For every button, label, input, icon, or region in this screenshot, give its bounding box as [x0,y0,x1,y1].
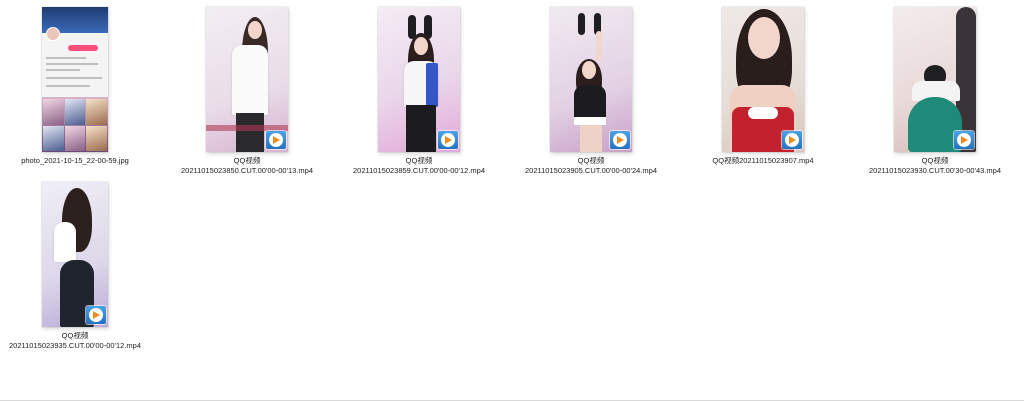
file-item-video[interactable]: QQ视频 20211015023930.CUT.00'30-00'43.mp4 [851,7,1019,176]
file-item-video[interactable]: QQ视频 20211015023905.CUT.00'00-00'24.mp4 [507,7,675,176]
video-thumbnail [722,7,804,152]
file-name: QQ视频 20211015023850.CUT.00'00-00'13.mp4 [181,156,313,175]
file-name: QQ视频 20211015023905.CUT.00'00-00'24.mp4 [525,156,657,175]
video-thumbnail [550,7,632,152]
play-badge-icon [86,306,106,324]
video-thumbnail [378,7,460,152]
file-name: QQ视频20211015023907.mp4 [712,156,814,165]
file-name: QQ视频 20211015023935.CUT.00'00-00'12.mp4 [9,331,141,350]
file-item-video[interactable]: QQ视频 20211015023850.CUT.00'00-00'13.mp4 [163,7,331,176]
play-badge-icon [610,131,630,149]
file-name: QQ视频 20211015023930.CUT.00'30-00'43.mp4 [869,156,1001,175]
video-thumbnail [894,7,976,152]
file-item-video[interactable]: QQ视频 20211015023935.CUT.00'00-00'12.mp4 [0,182,159,351]
video-thumbnail [206,7,288,152]
video-thumbnail [42,182,108,327]
file-item-video[interactable]: QQ视频 20211015023859.CUT.00'00-00'12.mp4 [335,7,503,176]
play-badge-icon [782,131,802,149]
play-badge-icon [266,131,286,149]
play-badge-icon [438,131,458,149]
file-grid: photo_2021-10-15_22-00-59.jpg QQ视频 20211… [0,0,1024,401]
file-item-photo[interactable]: photo_2021-10-15_22-00-59.jpg [0,7,159,166]
file-name: QQ视频 20211015023859.CUT.00'00-00'12.mp4 [353,156,485,175]
file-name: photo_2021-10-15_22-00-59.jpg [21,156,129,165]
file-item-video[interactable]: QQ视频20211015023907.mp4 [679,7,847,166]
image-thumbnail-icon [42,7,108,152]
play-badge-icon [954,131,974,149]
